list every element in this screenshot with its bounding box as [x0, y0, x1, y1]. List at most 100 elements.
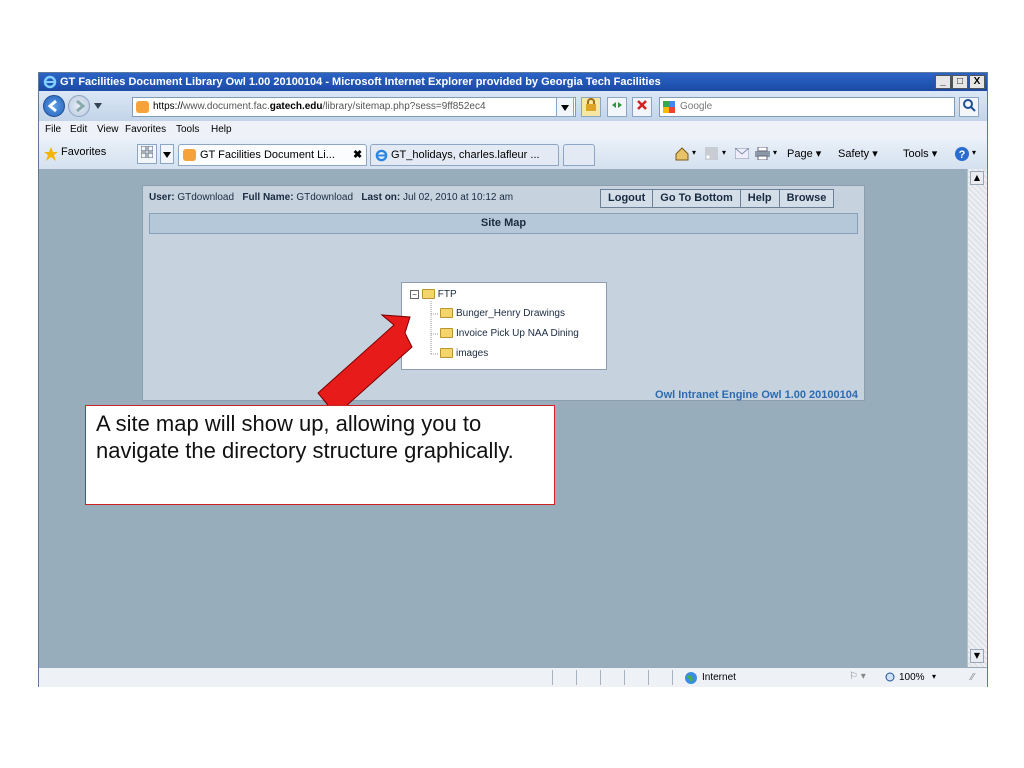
new-tab-button[interactable]: [563, 144, 595, 166]
menu-file[interactable]: File: [45, 121, 61, 139]
status-panes: [529, 670, 679, 685]
menu-edit[interactable]: Edit: [70, 121, 87, 139]
tab-list-dropdown[interactable]: [160, 144, 174, 164]
internet-globe-icon: [685, 672, 697, 684]
tab-gt-holidays[interactable]: GT_holidays, charles.lafleur ...: [370, 144, 559, 166]
stop-button[interactable]: [632, 97, 652, 117]
instruction-callout: A site map will show up, allowing you to…: [85, 405, 555, 505]
home-icon[interactable]: [675, 147, 689, 161]
url-scheme: https://: [153, 101, 184, 112]
home-dropdown-icon[interactable]: ▾: [692, 148, 696, 157]
print-dropdown-icon[interactable]: ▾: [773, 148, 777, 157]
quick-tabs-icon: [140, 145, 154, 159]
chevron-down-icon: [163, 152, 171, 158]
laston-value: Jul 02, 2010 at 10:12 am: [403, 192, 514, 203]
close-tab-icon[interactable]: ✖: [353, 145, 362, 165]
help-dropdown-icon[interactable]: ▾: [972, 148, 976, 157]
ie-logo-icon: [43, 75, 57, 89]
window-title: GT Facilities Document Library Owl 1.00 …: [60, 76, 661, 88]
fullname-label: Full Name:: [242, 192, 294, 203]
menu-tools[interactable]: Tools: [176, 121, 199, 139]
feeds-icon[interactable]: [705, 147, 718, 160]
favorites-star-icon: [44, 147, 58, 161]
close-button[interactable]: X: [969, 75, 985, 89]
security-lock-button[interactable]: [581, 97, 601, 117]
favorites-button[interactable]: Favorites: [61, 146, 106, 158]
laston-label: Last on:: [361, 192, 401, 203]
quick-tabs-button[interactable]: [137, 144, 157, 164]
tree-item-label: Invoice Pick Up NAA Dining: [456, 328, 579, 339]
pointer-arrow-icon: [317, 314, 413, 416]
menu-favorites[interactable]: Favorites: [125, 121, 166, 139]
site-map-title: Site Map: [149, 213, 858, 234]
chevron-down-icon: [561, 105, 569, 111]
logout-button[interactable]: Logout: [600, 189, 654, 208]
forward-button[interactable]: [68, 95, 90, 117]
lock-icon: [586, 98, 596, 111]
ie-tab-icon: [375, 149, 388, 162]
feeds-dropdown-icon[interactable]: ▾: [722, 148, 726, 157]
owl-panel: User: GTdownload Full Name: GTdownload L…: [142, 185, 865, 401]
search-placeholder: Google: [680, 101, 713, 112]
search-button[interactable]: [959, 97, 979, 117]
favorites-bar: Favorites GT Facilities Document Li... ✖…: [39, 139, 987, 170]
folder-icon: [440, 308, 453, 319]
stop-x-icon: [637, 100, 647, 110]
menu-help[interactable]: Help: [211, 121, 232, 139]
go-to-bottom-button[interactable]: Go To Bottom: [652, 189, 741, 208]
minimize-button[interactable]: _: [935, 75, 951, 89]
help-icon[interactable]: ?: [954, 146, 970, 162]
collapse-toggle-icon[interactable]: −: [410, 289, 419, 299]
resize-grip-icon[interactable]: ⁄⁄: [971, 672, 974, 683]
print-icon[interactable]: [755, 147, 770, 160]
tools-menu[interactable]: Tools ▾: [903, 147, 937, 160]
scroll-down-button[interactable]: ▼: [970, 649, 984, 663]
forward-arrow-icon: [76, 99, 86, 113]
svg-text:?: ?: [959, 149, 966, 161]
zoom-dropdown-icon[interactable]: ▾: [932, 672, 936, 681]
folder-open-icon: [421, 289, 435, 300]
magnifier-icon: [963, 99, 976, 112]
tab-gt-facilities[interactable]: GT Facilities Document Li... ✖: [178, 144, 367, 166]
ie-window: GT Facilities Document Library Owl 1.00 …: [38, 72, 988, 687]
address-bar[interactable]: https://www.document.fac.gatech.edu/libr…: [132, 97, 576, 117]
tree-item[interactable]: Bunger_Henry Drawings: [440, 308, 565, 319]
refresh-icon: [612, 102, 622, 108]
site-favicon-icon: [136, 101, 149, 113]
protected-mode-icon[interactable]: ⚐ ▾: [849, 671, 866, 682]
search-input[interactable]: Google: [659, 97, 955, 117]
zoom-level[interactable]: 100%: [899, 672, 925, 683]
tree-item-label: images: [456, 348, 489, 359]
history-dropdown-icon[interactable]: [94, 103, 102, 109]
user-value: GTdownload: [177, 192, 235, 203]
help-button[interactable]: Help: [739, 189, 780, 208]
tree-item-label: Bunger_Henry Drawings: [456, 308, 565, 319]
vertical-scrollbar[interactable]: ▲ ▼: [967, 169, 987, 667]
tree-item[interactable]: images: [440, 348, 488, 359]
mail-icon[interactable]: [735, 148, 749, 159]
refresh-button[interactable]: [607, 97, 627, 117]
menu-bar: File Edit View Favorites Tools Help: [39, 121, 987, 140]
user-info: User: GTdownload Full Name: GTdownload L…: [149, 192, 513, 203]
zoom-icon[interactable]: [885, 672, 896, 683]
url-host: www.document.fac.: [183, 101, 270, 112]
address-dropdown-button[interactable]: [556, 97, 574, 117]
scroll-up-button[interactable]: ▲: [970, 171, 984, 185]
url-domain: gatech.edu: [269, 101, 323, 112]
menu-view[interactable]: View: [97, 121, 119, 139]
tree-item[interactable]: Invoice Pick Up NAA Dining: [440, 328, 579, 339]
browse-button[interactable]: Browse: [778, 189, 835, 208]
back-button[interactable]: [43, 95, 65, 117]
tree-root[interactable]: − FTP: [410, 289, 457, 300]
google-icon: [663, 101, 675, 113]
title-bar: GT Facilities Document Library Owl 1.00 …: [39, 73, 987, 91]
user-label: User:: [149, 192, 175, 203]
maximize-button[interactable]: □: [952, 75, 968, 89]
back-arrow-icon: [47, 99, 57, 113]
tab-favicon-icon: [183, 149, 196, 161]
engine-footer: Owl Intranet Engine Owl 1.00 20100104: [655, 389, 858, 401]
owl-nav-buttons: Logout Go To Bottom Help Browse: [600, 189, 835, 208]
page-menu[interactable]: Page ▾: [787, 147, 821, 160]
safety-menu[interactable]: Safety ▾: [838, 147, 878, 160]
status-bar: Internet ⚐ ▾ 100% ▾ ⁄⁄: [39, 667, 987, 687]
